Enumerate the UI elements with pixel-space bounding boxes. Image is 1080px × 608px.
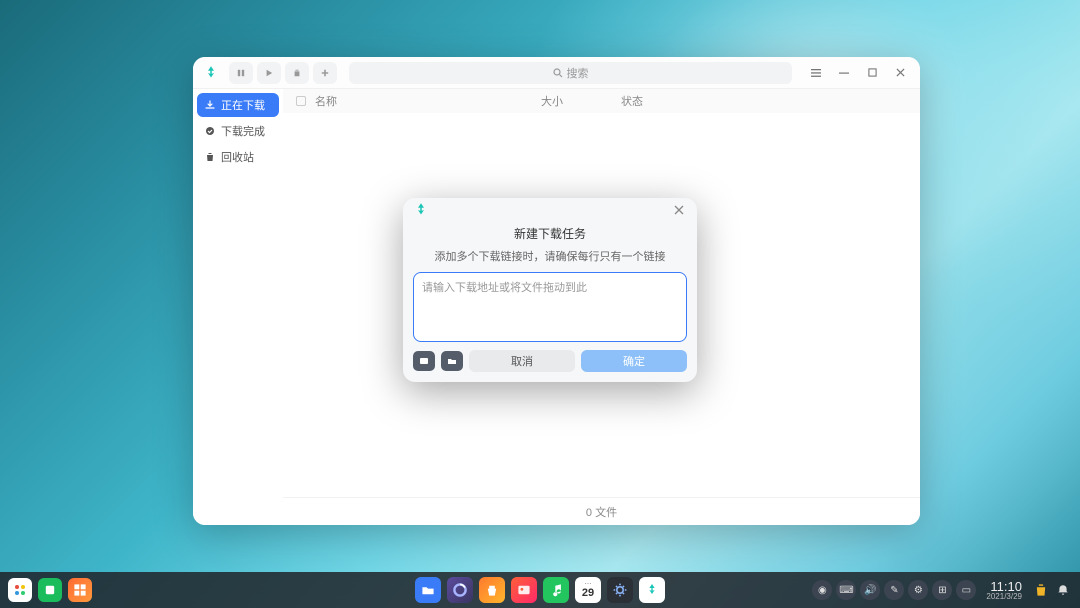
taskbar-clock[interactable]: 11:10 2021/3/29: [980, 580, 1028, 601]
dock-photos-icon[interactable]: [511, 577, 537, 603]
new-task-dialog: 新建下载任务 添加多个下载链接时，请确保每行只有一个链接 取消 确定: [403, 198, 697, 382]
open-torrent-button[interactable]: [413, 351, 435, 371]
tray-notifications-icon[interactable]: [1054, 581, 1072, 599]
url-textarea[interactable]: [413, 272, 687, 342]
pause-button[interactable]: [229, 62, 253, 84]
sidebar-item-label: 回收站: [221, 149, 254, 165]
search-icon: [553, 68, 563, 78]
titlebar: 搜索: [193, 57, 920, 89]
dialog-subtitle: 添加多个下载链接时，请确保每行只有一个链接: [403, 248, 697, 264]
minimize-button[interactable]: [832, 62, 856, 84]
clock-date: 2021/3/29: [986, 593, 1022, 601]
search-input[interactable]: 搜索: [349, 62, 792, 84]
taskbar-app-2-icon[interactable]: [68, 578, 92, 602]
maximize-button[interactable]: [860, 62, 884, 84]
list-header: 名称 大小 状态: [283, 89, 920, 113]
tray-edit-icon[interactable]: ✎: [884, 580, 904, 600]
menu-button[interactable]: [804, 62, 828, 84]
sidebar-item-downloading[interactable]: 正在下载: [197, 93, 279, 117]
dock-store-icon[interactable]: [479, 577, 505, 603]
dock-files-icon[interactable]: [415, 577, 441, 603]
app-logo-icon: [201, 63, 221, 83]
tray-keyboard-icon[interactable]: ⌨: [836, 580, 856, 600]
col-status[interactable]: 状态: [621, 93, 912, 109]
search-placeholder: 搜索: [567, 65, 589, 81]
open-folder-button[interactable]: [441, 351, 463, 371]
sidebar-item-label: 正在下载: [221, 97, 265, 113]
taskbar-app-1-icon[interactable]: [38, 578, 62, 602]
resume-button[interactable]: [257, 62, 281, 84]
select-all-checkbox[interactable]: [291, 96, 311, 106]
trash-icon: [205, 152, 215, 162]
close-button[interactable]: [888, 62, 912, 84]
taskbar: ⋯ 29 ◉ ⌨ 🔊 ✎ ⚙ ⊞ ▭ 11:10 2021/3/29: [0, 572, 1080, 608]
tray-volume-icon[interactable]: 🔊: [860, 580, 880, 600]
dock-downloader-icon[interactable]: [639, 577, 665, 603]
col-size[interactable]: 大小: [541, 93, 621, 109]
dock-settings-icon[interactable]: [607, 577, 633, 603]
tray-shield-icon[interactable]: ⊞: [932, 580, 952, 600]
clock-time: 11:10: [986, 580, 1022, 593]
calendar-day: 29: [582, 588, 594, 599]
sidebar: 正在下载 下载完成 回收站: [193, 89, 283, 525]
dialog-title: 新建下载任务: [403, 225, 697, 242]
sidebar-item-trash[interactable]: 回收站: [197, 145, 279, 169]
dialog-close-button[interactable]: [669, 200, 689, 220]
launcher-icon[interactable]: [8, 578, 32, 602]
dialog-logo-icon: [411, 200, 431, 220]
check-icon: [205, 126, 215, 136]
delete-button[interactable]: [285, 62, 309, 84]
tray-network-icon[interactable]: ⚙: [908, 580, 928, 600]
dock-music-icon[interactable]: [543, 577, 569, 603]
col-name[interactable]: 名称: [311, 93, 541, 109]
dock-calendar-icon[interactable]: ⋯ 29: [575, 577, 601, 603]
dock-browser-icon[interactable]: [447, 577, 473, 603]
tray-battery-icon[interactable]: ▭: [956, 580, 976, 600]
footer-status: 0 文件: [283, 497, 920, 525]
ok-button[interactable]: 确定: [581, 350, 687, 372]
download-icon: [205, 100, 215, 110]
sidebar-item-completed[interactable]: 下载完成: [197, 119, 279, 143]
cancel-button[interactable]: 取消: [469, 350, 575, 372]
sidebar-item-label: 下载完成: [221, 123, 265, 139]
tray-trash-icon[interactable]: [1032, 581, 1050, 599]
tray-disc-icon[interactable]: ◉: [812, 580, 832, 600]
add-button[interactable]: [313, 62, 337, 84]
